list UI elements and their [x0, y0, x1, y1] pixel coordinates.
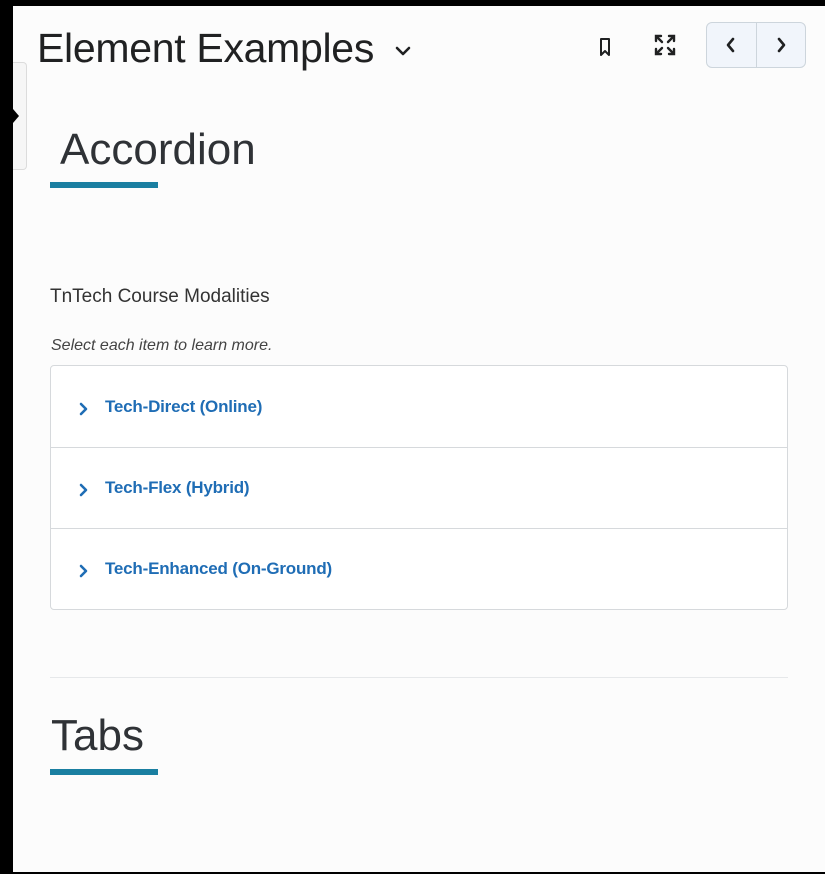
bookmark-button[interactable]: [590, 32, 620, 62]
sidebar-toggle-handle[interactable]: [13, 62, 27, 170]
heading-underline: [50, 769, 158, 775]
previous-topic-button[interactable]: [707, 23, 756, 67]
accordion-item-tech-flex[interactable]: Tech-Flex (Hybrid): [51, 447, 787, 528]
chevron-left-icon: [726, 37, 735, 53]
section-divider: [50, 677, 788, 678]
chevron-right-icon: [777, 37, 786, 53]
caret-right-icon: [13, 109, 19, 123]
chevron-right-icon: [79, 402, 88, 415]
next-topic-button[interactable]: [755, 23, 806, 67]
accordion-item-tech-direct[interactable]: Tech-Direct (Online): [51, 366, 787, 447]
topic-navigation: [706, 22, 806, 68]
fullscreen-button[interactable]: [650, 30, 680, 60]
fullscreen-icon: [654, 34, 676, 56]
bookmark-icon: [600, 38, 610, 56]
topic-title-dropdown[interactable]: Element Examples: [37, 22, 412, 74]
accordion-item-label: Tech-Enhanced (On-Ground): [105, 559, 333, 578]
accordion: Tech-Direct (Online) Tech-Flex (Hybrid) …: [50, 365, 788, 610]
accordion-item-label: Tech-Direct (Online): [105, 396, 263, 416]
chevron-right-icon: [79, 564, 88, 578]
accordion-subheading: TnTech Course Modalities: [50, 286, 270, 307]
chevron-right-icon: [79, 483, 88, 497]
heading-underline: [50, 182, 158, 188]
chevron-down-icon: [395, 46, 411, 56]
page-title: Element Examples: [37, 25, 375, 71]
accordion-item-tech-enhanced[interactable]: Tech-Enhanced (On-Ground): [51, 528, 787, 609]
accordion-instruction: Select each item to learn more.: [51, 337, 273, 354]
accordion-heading: Accordion: [60, 125, 256, 174]
tabs-heading: Tabs: [51, 711, 144, 760]
accordion-item-label: Tech-Flex (Hybrid): [105, 478, 250, 497]
